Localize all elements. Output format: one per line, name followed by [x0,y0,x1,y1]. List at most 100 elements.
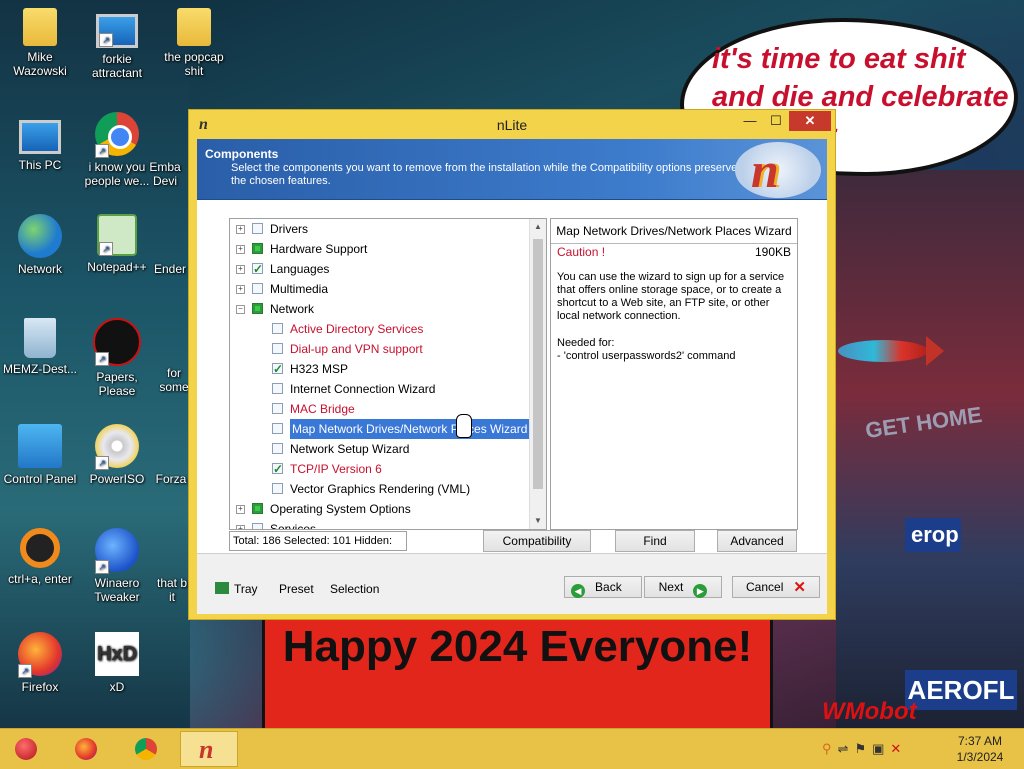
tree-item[interactable]: Dial-up and VPN support [230,339,530,359]
desktop-icon-papers-please[interactable]: ↗ Papers, Please [79,318,155,398]
desktop-icon-firefox[interactable]: ↗ Firefox [2,632,78,694]
taskbar-chrome[interactable] [122,731,170,767]
collapse-icon[interactable]: − [236,305,245,314]
poweriso-icon: ↗ [95,424,139,470]
desktop-icon-emba[interactable]: Emba Devi [140,112,190,188]
desktop-icon-winaero[interactable]: ↗ Winaero Tweaker [79,528,155,604]
scroll-thumb[interactable] [533,239,543,489]
preset-button[interactable]: Preset [279,582,314,596]
tree-checkbox[interactable] [252,503,263,514]
shortcut-icon [167,318,181,362]
tree-scrollbar[interactable]: ▲ ▼ [529,219,546,529]
expand-icon[interactable]: + [236,525,245,529]
expand-icon[interactable]: + [236,225,245,234]
tree-item[interactable]: + Languages [230,259,530,279]
tree-checkbox[interactable] [272,359,283,379]
desktop-icon-forza[interactable]: Forza [152,424,190,486]
desktop-icon-network[interactable]: Network [2,214,78,276]
europ-sign: erop [905,518,961,552]
tree-checkbox[interactable] [252,303,263,314]
shortcut-icon [164,424,178,468]
flag-icon[interactable]: ⚑ [854,741,872,756]
tree-item[interactable]: + Drivers [230,219,530,239]
taskbar: n ⚲⇌⚑▣✕ 7:37 AM 1/3/2024 [0,728,1024,769]
selection-button[interactable]: Selection [330,582,379,596]
desktop-icon-for-some[interactable]: for some [158,318,190,394]
tree-checkbox[interactable] [272,483,283,494]
tree-checkbox[interactable] [252,223,263,234]
tree-item[interactable]: MAC Bridge [230,399,530,419]
tray-button[interactable]: Tray [215,582,258,596]
desktop-icon-control-panel[interactable]: Control Panel [2,424,78,486]
desktop-icon-that-b-it[interactable]: that b it [154,528,190,604]
tree-item[interactable]: + Operating System Options [230,499,530,519]
tree-item[interactable]: Network Setup Wizard [230,439,530,459]
tree-checkbox[interactable] [272,383,283,394]
desktop-icon-ctrl-a-enter[interactable]: ctrl+a, enter [2,528,78,586]
control-panel-icon [18,424,62,468]
tree-checkbox[interactable] [272,459,283,479]
shortcut-icon [163,214,177,258]
desktop-icon-xd[interactable]: HxD xD [79,632,155,694]
tree-checkbox[interactable] [272,443,283,454]
tree-item[interactable]: + Multimedia [230,279,530,299]
tree-item[interactable]: Map Network Drives/Network Places Wizard [230,418,531,440]
scroll-up-icon[interactable]: ▲ [530,219,546,235]
tree-checkbox[interactable] [252,523,263,529]
expand-icon[interactable]: + [236,245,245,254]
taskbar-nlite[interactable]: n [180,731,238,767]
scroll-down-icon[interactable]: ▼ [530,513,546,529]
tree-checkbox[interactable] [272,343,283,354]
network-icon[interactable]: ⇌ [838,741,855,756]
tree-checkbox[interactable] [272,403,283,414]
taskbar-firefox[interactable] [62,731,110,767]
desktop-icon-poweriso[interactable]: ↗ PowerISO [79,424,155,486]
advanced-button[interactable]: Advanced [717,530,797,552]
tree-checkbox[interactable] [252,283,263,294]
desktop-icon-notepadpp[interactable]: ↗ Notepad++ [79,214,155,274]
components-tree[interactable]: + Drivers + Hardware Support + Languages + Mult… [229,218,547,530]
window-titlebar[interactable]: n nLite — ☐ ✕ [189,110,835,139]
expand-icon[interactable]: + [236,265,245,274]
tree-item[interactable]: − Network [230,299,530,319]
desktop-icon-popcap[interactable]: the popcap shit [156,8,232,78]
start-button[interactable] [2,731,50,767]
next-button[interactable]: Next ▶ [644,576,722,598]
compatibility-button[interactable]: Compatibility [483,530,591,552]
expand-icon[interactable]: + [236,505,245,514]
power-icon[interactable]: ▣ [872,741,890,756]
info-title: Map Network Drives/Network Places Wizard [551,219,797,244]
tree-item[interactable]: TCP/IP Version 6 [230,459,530,479]
network-icon [18,214,62,258]
close-button[interactable]: ✕ [789,111,831,131]
tree-checkbox[interactable] [272,323,283,334]
tree-item[interactable]: Vector Graphics Rendering (VML) [230,479,530,499]
desktop-icon-mike-wazowski[interactable]: Mike Wazowski [2,8,78,78]
desktop-icon-forkie-attractant[interactable]: ↗ forkie attractant [79,8,155,80]
minimize-button[interactable]: — [737,111,763,131]
tree-item[interactable]: + Hardware Support [230,239,530,259]
tree-checkbox[interactable] [272,423,283,434]
page-header: Components Select the components you wan… [197,139,827,200]
volume-muted-icon[interactable]: ✕ [890,741,907,756]
find-button[interactable]: Find [615,530,695,552]
cancel-button[interactable]: Cancel ✕ [732,576,820,598]
taskbar-clock[interactable]: 7:37 AM 1/3/2024 [950,733,1010,765]
tree-checkbox[interactable] [252,243,263,254]
maximize-button[interactable]: ☐ [763,111,789,131]
desktop-icon-recycle-bin[interactable]: MEMZ-Dest... [2,318,78,376]
desktop-icon-ender[interactable]: Ender [150,214,190,276]
tree-item[interactable]: H323 MSP [230,359,530,379]
back-button[interactable]: ◀ Back [564,576,642,598]
tree-checkbox[interactable] [252,259,263,279]
desktop-icon-this-pc[interactable]: This PC [2,114,78,172]
settings-pc-icon: ↗ [96,14,138,48]
tree-item[interactable]: + Services [230,519,530,529]
tree-item[interactable]: Internet Connection Wizard [230,379,530,399]
next-label: Next [658,580,684,594]
firefox-icon [75,738,97,760]
search-icon[interactable]: ⚲ [822,741,838,756]
tree-item[interactable]: Active Directory Services [230,319,530,339]
expand-icon[interactable]: + [236,285,245,294]
tree-item-label: Multimedia [270,282,329,296]
